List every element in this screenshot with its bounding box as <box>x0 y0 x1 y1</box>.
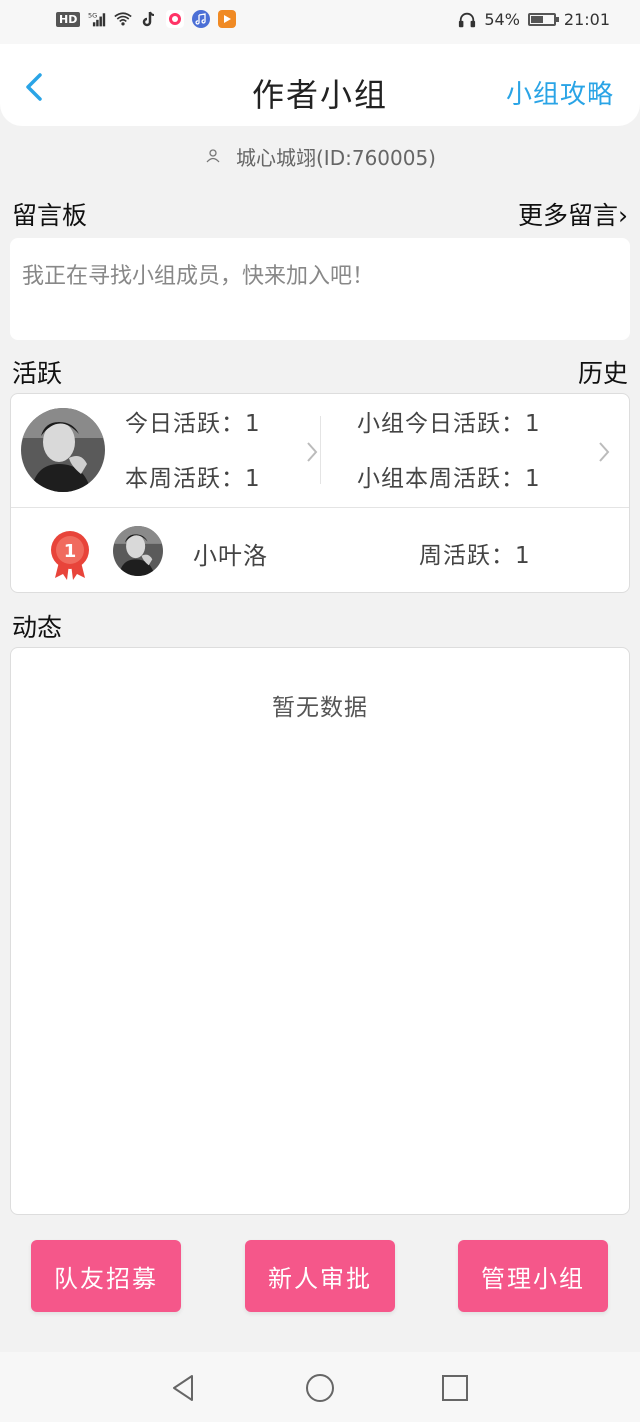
cell-signal-icon: 5G <box>88 10 106 28</box>
rank-medal-icon: 1 <box>51 531 89 580</box>
divider <box>320 416 321 484</box>
personal-activity-block[interactable]: 今日活跃：1 本周活跃：1 <box>125 410 261 520</box>
group-owner-text: 城心城翊(ID:760005) <box>236 145 436 170</box>
status-right-icons: 54% 21:01 <box>458 10 610 29</box>
activity-card: 今日活跃：1 本周活跃：1 小组今日活跃：1 小组本周活跃：1 1 小叶洛 周活… <box>10 393 630 593</box>
message-board <box>10 238 630 340</box>
signal-type-label: 5G <box>88 11 97 19</box>
feed-title: 动态 <box>12 613 63 642</box>
tiktok-icon <box>140 10 158 28</box>
nav-home-icon[interactable] <box>304 1372 336 1404</box>
system-nav-bar <box>0 1352 640 1422</box>
recruit-members-button[interactable]: 队友招募 <box>31 1240 181 1312</box>
activity-title: 活跃 <box>12 359 63 388</box>
message-board-title: 留言板 <box>12 201 88 230</box>
nav-recents-icon[interactable] <box>439 1372 471 1404</box>
today-activity: 今日活跃：1 <box>125 411 261 437</box>
group-owner-line: 城心城翊(ID:760005) <box>0 142 640 170</box>
wifi-icon <box>114 10 133 28</box>
hd-badge: HD <box>56 11 81 27</box>
group-today-activity: 小组今日活跃：1 <box>357 411 541 437</box>
nav-back-icon[interactable] <box>168 1372 200 1404</box>
feed-panel: 暂无数据 <box>10 647 630 1215</box>
member-avatar[interactable] <box>113 526 163 576</box>
chevron-right-icon[interactable] <box>597 440 611 464</box>
music-app-icon <box>192 10 211 28</box>
week-activity: 本周活跃：1 <box>125 466 261 492</box>
more-messages-link[interactable]: 更多留言› <box>518 196 628 232</box>
battery-icon <box>527 13 559 26</box>
chevron-right-icon[interactable] <box>305 440 319 464</box>
group-week-activity: 小组本周活跃：1 <box>357 466 541 492</box>
battery-fill <box>530 16 543 23</box>
approve-newcomers-button[interactable]: 新人审批 <box>245 1240 395 1312</box>
manage-group-button[interactable]: 管理小组 <box>458 1240 608 1312</box>
group-activity-block[interactable]: 小组今日活跃：1 小组本周活跃：1 <box>357 410 541 520</box>
camera-app-icon <box>166 10 185 28</box>
headphones-icon <box>458 11 476 29</box>
avatar[interactable] <box>21 408 105 492</box>
top-app-bar: 作者小组 小组攻略 <box>0 44 640 126</box>
empty-state-text: 暂无数据 <box>272 695 368 721</box>
message-input[interactable] <box>20 258 614 294</box>
group-guide-link[interactable]: 小组攻略 <box>506 74 614 111</box>
status-bar: HD 5G 54% 21:01 <box>0 0 640 44</box>
user-icon <box>206 149 220 163</box>
status-left-icons: HD 5G <box>56 10 237 28</box>
battery-percent: 54% <box>484 10 520 29</box>
video-app-icon <box>218 10 237 28</box>
member-name: 小叶洛 <box>193 542 268 570</box>
clock: 21:01 <box>563 10 610 29</box>
history-link[interactable]: 历史 <box>578 354 628 390</box>
ranking-row[interactable]: 1 小叶洛 周活跃：1 <box>11 508 629 593</box>
rank-number: 1 <box>64 541 77 562</box>
member-weekly-activity: 周活跃：1 <box>419 543 531 569</box>
activity-stats-row: 今日活跃：1 本周活跃：1 小组今日活跃：1 小组本周活跃：1 <box>11 394 629 508</box>
